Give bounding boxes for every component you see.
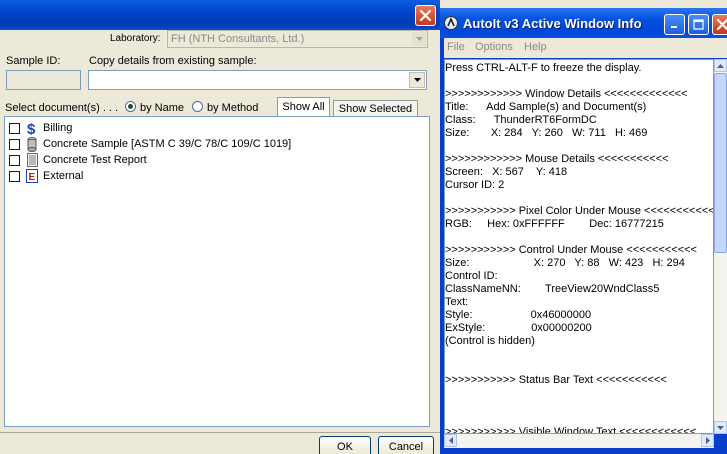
info-line	[445, 348, 713, 361]
list-item[interactable]: E External	[9, 168, 83, 184]
info-line: ExStyle: 0x00000200	[445, 322, 592, 334]
info-line: Style: 0x46000000	[445, 309, 592, 321]
dialog-close-button[interactable]	[415, 5, 436, 26]
minimize-button[interactable]	[664, 14, 685, 35]
autoit-window-info: AutoIt v3 Active Window Info File Option…	[440, 8, 727, 454]
autoit-title-bar[interactable]: AutoIt v3 Active Window Info	[440, 8, 727, 38]
chevron-down-icon[interactable]	[409, 72, 425, 88]
list-item[interactable]: $ Billing	[9, 120, 72, 136]
info-text-area[interactable]: Press CTRL-ALT-F to freeze the display. …	[444, 59, 714, 434]
cancel-button[interactable]: Cancel	[378, 436, 434, 454]
document-checkbox[interactable]	[9, 170, 20, 182]
external-e-icon: E	[25, 168, 39, 184]
scroll-down-icon[interactable]	[714, 421, 727, 434]
menu-help[interactable]: Help	[524, 41, 547, 53]
dialog-title-bar[interactable]	[0, 0, 440, 30]
dollar-icon: $	[25, 120, 39, 136]
copy-details-combo[interactable]	[88, 70, 427, 90]
menu-bar: File Options Help	[444, 38, 727, 58]
by-method-label[interactable]: by Method	[207, 102, 258, 114]
info-line: Press CTRL-ALT-F to freeze the display.	[445, 62, 642, 74]
svg-text:E: E	[29, 172, 36, 183]
info-line: >>>>>>>>>>> Pixel Color Under Mouse <<<<…	[445, 205, 714, 217]
maximize-button[interactable]	[688, 14, 709, 35]
info-line: (Control is hidden)	[445, 335, 535, 347]
info-line	[445, 75, 713, 88]
tab-show-selected[interactable]: Show Selected	[333, 100, 418, 117]
add-sample-dialog: Laboratory: FH (NTH Consultants, Ltd.) S…	[0, 0, 440, 454]
laboratory-value: FH (NTH Consultants, Ltd.)	[171, 33, 305, 45]
info-line: >>>>>>>>>>>> Window Details <<<<<<<<<<<<…	[445, 88, 688, 100]
info-line: ClassNameNN: TreeView20WndClass5	[445, 283, 660, 295]
document-checkbox[interactable]	[9, 138, 20, 150]
sample-id-label: Sample ID:	[6, 55, 61, 67]
close-icon	[419, 9, 432, 22]
svg-text:$: $	[27, 121, 36, 136]
info-line: Screen: X: 567 Y: 418	[445, 166, 568, 178]
autoit-app-icon	[444, 16, 458, 30]
laboratory-combo[interactable]: FH (NTH Consultants, Ltd.)	[167, 30, 428, 48]
scroll-thumb[interactable]	[714, 73, 727, 253]
info-line: Size: X: 284 Y: 260 W: 711 H: 469	[445, 127, 648, 139]
menu-file[interactable]: File	[447, 41, 465, 53]
by-name-label[interactable]: by Name	[140, 102, 184, 114]
menu-options[interactable]: Options	[475, 41, 513, 53]
scroll-up-icon[interactable]	[714, 59, 727, 72]
by-name-radio[interactable]	[125, 101, 136, 112]
info-line: Size: X: 270 Y: 88 W: 423 H: 294	[445, 257, 685, 269]
scroll-right-icon[interactable]	[701, 434, 714, 447]
info-line: >>>>>>>>>>> Status Bar Text <<<<<<<<<<<	[445, 374, 667, 386]
horizontal-scrollbar[interactable]	[444, 434, 714, 448]
document-label: Concrete Sample [ASTM C 39/C 78/C 109/C …	[43, 138, 292, 150]
close-button[interactable]	[712, 14, 727, 35]
info-line	[445, 231, 713, 244]
info-line: Title: Add Sample(s) and Document(s)	[445, 101, 647, 113]
info-line	[445, 140, 713, 153]
sample-id-input[interactable]	[6, 70, 81, 90]
document-icon	[25, 152, 39, 168]
info-line	[445, 413, 713, 426]
copy-details-label: Copy details from existing sample:	[89, 55, 257, 67]
select-documents-label: Select document(s) . . .	[5, 102, 119, 114]
info-line	[445, 387, 713, 400]
minimize-icon	[671, 26, 677, 28]
info-line	[445, 400, 713, 413]
maximize-icon	[693, 19, 704, 30]
info-line: >>>>>>>>>>>> Mouse Details <<<<<<<<<<<	[445, 153, 669, 165]
by-method-radio[interactable]	[192, 101, 203, 112]
info-line: >>>>>>>>>>> Visible Window Text <<<<<<<<…	[445, 426, 697, 434]
close-icon	[716, 18, 727, 31]
info-line: RGB: Hex: 0xFFFFFF Dec: 16777215	[445, 218, 664, 230]
tab-show-all[interactable]: Show All	[277, 97, 330, 116]
info-line: Class: ThunderRT6FormDC	[445, 114, 597, 126]
document-label: Billing	[43, 122, 73, 134]
ok-button[interactable]: OK	[319, 436, 371, 454]
scroll-left-icon[interactable]	[444, 434, 457, 447]
document-checkbox[interactable]	[9, 154, 20, 166]
info-line	[445, 192, 713, 205]
list-item[interactable]: Concrete Sample [ASTM C 39/C 78/C 109/C …	[9, 136, 291, 152]
document-checkbox[interactable]	[9, 122, 20, 134]
info-line: Control ID:	[445, 270, 498, 282]
laboratory-label: Laboratory:	[110, 33, 161, 44]
divider	[0, 432, 440, 433]
info-text: Press CTRL-ALT-F to freeze the display. …	[445, 62, 714, 434]
document-label: External	[43, 170, 84, 182]
list-item[interactable]: Concrete Test Report	[9, 152, 147, 168]
cylinder-icon	[25, 136, 39, 152]
document-tree[interactable]: $ Billing Concrete Sample [ASTM C 39/C 7…	[4, 116, 430, 427]
info-line: >>>>>>>>>>> Control Under Mouse <<<<<<<<…	[445, 244, 697, 256]
info-line: Text:	[445, 296, 469, 308]
vertical-scrollbar[interactable]	[714, 59, 727, 434]
document-label: Concrete Test Report	[43, 154, 147, 166]
window-title: AutoIt v3 Active Window Info	[463, 16, 642, 31]
info-line	[445, 361, 713, 374]
chevron-down-icon[interactable]	[412, 32, 426, 46]
info-line: Cursor ID: 2	[445, 179, 505, 191]
